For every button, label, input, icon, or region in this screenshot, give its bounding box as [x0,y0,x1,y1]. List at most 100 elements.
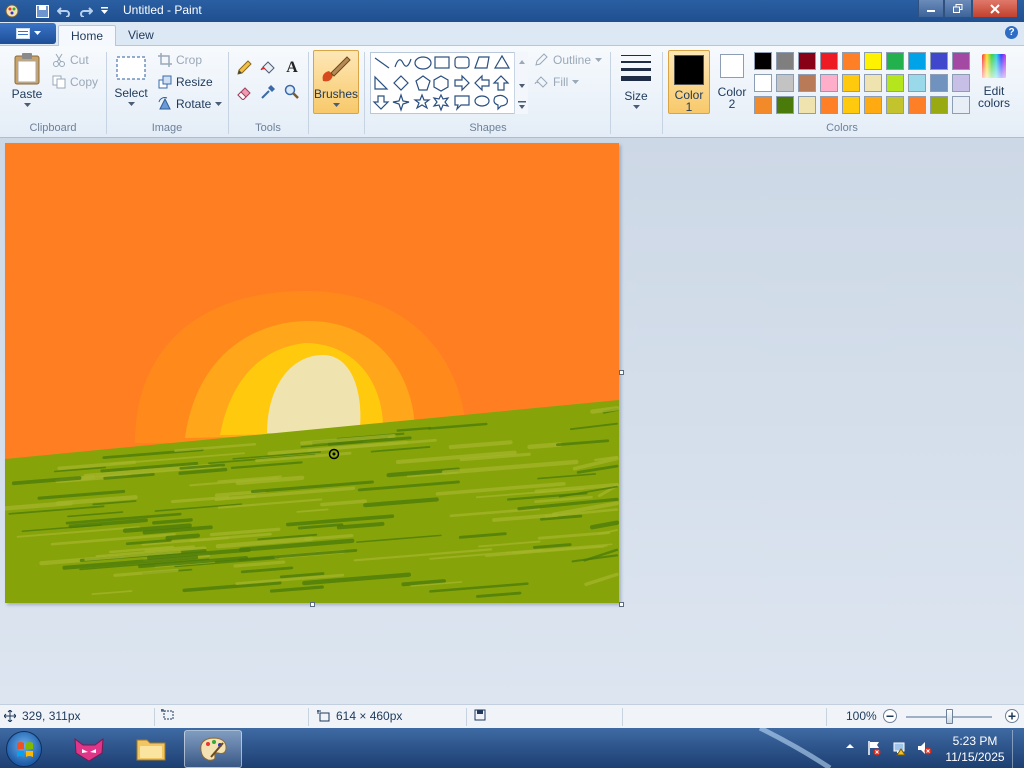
pencil-tool-button[interactable] [234,58,254,78]
undo-icon[interactable] [56,3,72,19]
chevron-down-icon [595,57,603,62]
fill-tool-button[interactable] [258,58,278,78]
palette-swatch[interactable] [820,52,838,70]
fill-button[interactable]: Fill [534,75,580,89]
size-button[interactable]: Size [618,52,654,110]
shapes-gallery [370,52,528,114]
volume-muted-icon[interactable] [916,740,932,756]
palette-swatch[interactable] [908,96,926,114]
copy-label: Copy [70,75,99,89]
taskbar-paint[interactable] [184,730,242,768]
outline-label: Outline [553,53,592,67]
resize-handle-right[interactable] [619,370,624,375]
color1-button[interactable]: Color 1 [668,50,710,114]
palette-swatch[interactable] [842,74,860,92]
outline-button[interactable]: Outline [534,53,603,67]
palette-swatch[interactable] [930,52,948,70]
palette-swatch[interactable] [908,52,926,70]
tab-home[interactable]: Home [58,25,117,46]
resize-button[interactable]: Resize [158,75,213,89]
text-tool-button[interactable]: A [282,58,302,78]
palette-swatch[interactable] [952,74,970,92]
status-divider [308,708,309,726]
edit-colors-button[interactable]: Edit colors [974,52,1014,109]
file-menu-button[interactable] [0,23,56,44]
palette-swatch[interactable] [754,52,772,70]
network-warning-icon[interactable] [892,740,908,756]
crop-button[interactable]: Crop [158,53,202,67]
save-icon[interactable] [34,3,50,19]
palette-swatch[interactable] [864,52,882,70]
chevron-down-icon [332,103,340,107]
brushes-button[interactable]: Brushes [313,50,359,114]
paint-app-icon[interactable] [4,3,20,19]
palette-swatch[interactable] [886,96,904,114]
zoom-in-button[interactable] [1004,708,1020,724]
color1-swatch [674,55,704,85]
color-picker-tool-button[interactable] [258,82,278,102]
system-clock[interactable]: 5:23 PM 11/15/2025 [940,733,1010,765]
palette-swatch[interactable] [820,74,838,92]
rotate-icon [158,97,171,110]
palette-swatch[interactable] [864,96,882,114]
taskbar-app-fox[interactable] [60,730,118,768]
resize-handle-bottom[interactable] [310,602,315,607]
rotate-button[interactable]: Rotate [158,97,223,111]
color2-button[interactable]: Color 2 [712,54,752,110]
palette-swatch[interactable] [776,96,794,114]
drawing-canvas[interactable] [3,143,620,603]
zoom-slider-thumb[interactable] [946,709,953,724]
show-hidden-icons-icon[interactable] [846,742,854,750]
palette-swatch[interactable] [776,52,794,70]
brushes-label: Brushes [313,87,359,101]
status-bar: 329, 311px 614 × 460px 100% [0,704,1024,728]
tab-view[interactable]: View [116,25,166,46]
brush-cursor-icon [328,448,340,460]
minimize-button[interactable] [918,0,944,18]
show-desktop-button[interactable] [1012,730,1024,768]
maximize-button[interactable] [944,0,972,18]
palette-swatch[interactable] [798,52,816,70]
palette-swatch[interactable] [754,74,772,92]
palette-swatch[interactable] [930,74,948,92]
palette-swatch[interactable] [754,96,772,114]
resize-handle-corner[interactable] [619,602,624,607]
palette-swatch[interactable] [886,74,904,92]
canvas-size-value: 614 × 460px [336,709,403,723]
resize-label: Resize [176,75,213,89]
cut-button[interactable]: Cut [52,53,89,67]
palette-swatch[interactable] [820,96,838,114]
eraser-tool-button[interactable] [234,82,254,102]
palette-swatch[interactable] [798,74,816,92]
palette-swatch[interactable] [908,74,926,92]
palette-swatch[interactable] [776,74,794,92]
copy-button[interactable]: Copy [52,75,98,89]
action-center-flag-icon[interactable] [866,740,882,756]
palette-swatch[interactable] [952,96,970,114]
customize-quick-access-icon[interactable] [96,3,112,19]
palette-swatch[interactable] [886,52,904,70]
start-button[interactable] [6,731,42,767]
paste-button[interactable]: Paste [10,52,44,108]
palette-swatch[interactable] [842,52,860,70]
zoom-out-button[interactable] [882,708,898,724]
palette-swatch[interactable] [842,96,860,114]
ribbon-divider [364,52,365,134]
cut-label: Cut [70,53,89,67]
pencil-icon [237,60,252,75]
magnifier-tool-button[interactable] [282,82,302,102]
taskbar-file-explorer[interactable] [122,730,180,768]
size-label: Size [624,89,648,103]
eyedropper-icon [261,85,275,99]
palette-swatch[interactable] [798,96,816,114]
redo-icon[interactable] [78,3,94,19]
crop-icon [158,53,172,67]
close-button[interactable] [972,0,1018,18]
palette-swatch[interactable] [952,52,970,70]
help-icon[interactable]: ? [1005,26,1018,39]
select-button[interactable]: Select [112,54,150,107]
palette-swatch[interactable] [930,96,948,114]
palette-swatch[interactable] [864,74,882,92]
shapes-scrollbar[interactable] [514,52,528,114]
edit-colors-label-2: colors [977,96,1010,110]
